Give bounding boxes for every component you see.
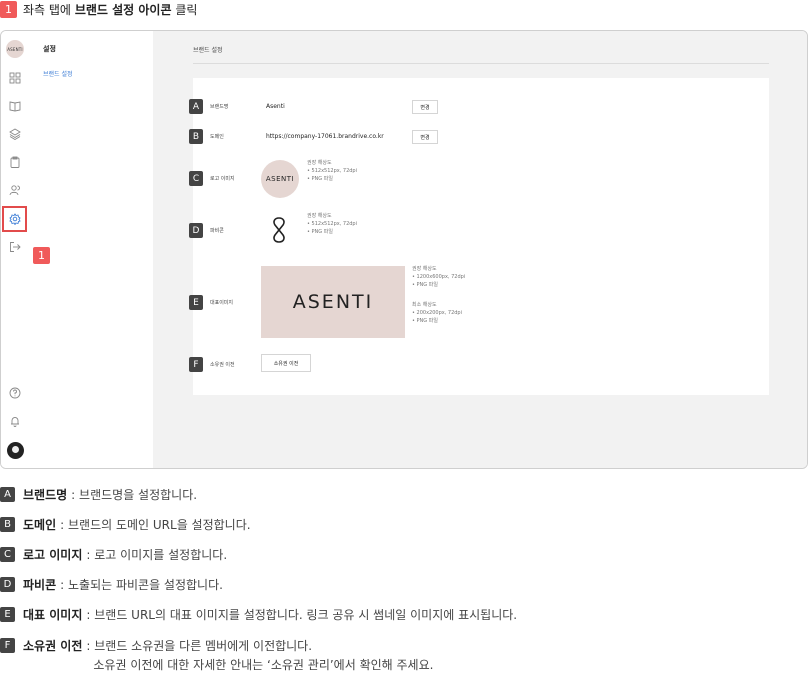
- step-callout-1: 1: [33, 247, 50, 264]
- users-icon[interactable]: [8, 183, 22, 197]
- rep-hint-2: • PNG 파일: [412, 282, 438, 288]
- logo-hint: 권장 해상도 • 512x512px, 72dpi • PNG 파일: [307, 159, 357, 183]
- main-content: 브랜드 설정 A 브랜드명 Asenti 변경 B 도메인 https://co…: [153, 31, 807, 468]
- submenu-item-brand-settings[interactable]: 브랜드 설정: [43, 69, 73, 78]
- favicon-hint: 권장 해상도 • 512x512px, 72dpi • PNG 파일: [307, 212, 357, 236]
- logo-image[interactable]: ASENTI: [261, 160, 299, 198]
- legend-name: 파비콘: [23, 578, 57, 592]
- ownership-transfer-button[interactable]: 소유권 이전: [261, 354, 311, 372]
- page-title: 브랜드 설정: [193, 47, 223, 54]
- instruction-suffix: 클릭: [175, 2, 198, 17]
- legend-item-a: A 브랜드명 : 브랜드명을 설정합니다.: [0, 486, 197, 505]
- logo-hint-1: • 512x512px, 72dpi: [307, 168, 357, 174]
- rep-hint-3: • 200x200px, 72dpi: [412, 310, 462, 316]
- title-divider: [193, 63, 769, 64]
- legend-desc: : 브랜드 소유권을 다른 멤버에게 이전합니다. 소유권 이전에 대한 자세한…: [86, 637, 433, 675]
- badge-c: C: [189, 171, 203, 186]
- legend-desc: : 브랜드명을 설정합니다.: [71, 488, 198, 502]
- legend-desc: : 브랜드 URL의 대표 이미지를 설정합니다. 링크 공유 시 썸네일 이미…: [86, 608, 518, 622]
- logout-icon[interactable]: [8, 240, 22, 254]
- favicon-hint-title: 권장 해상도: [307, 213, 332, 219]
- legend-desc: : 브랜드의 도메인 URL을 설정합니다.: [60, 518, 251, 532]
- submenu-title: 설정: [43, 45, 56, 53]
- rep-image-hint: 권장 해상도 • 1200x600px, 72dpi • PNG 파일 최소 해…: [412, 265, 465, 325]
- ownership-label: 소유권 이전: [210, 362, 235, 368]
- legend-badge: C: [0, 547, 15, 562]
- badge-b: B: [189, 129, 203, 144]
- book-icon[interactable]: [8, 99, 22, 113]
- legend-desc-line-1: : 브랜드 소유권을 다른 멤버에게 이전합니다.: [86, 639, 313, 653]
- rep-hint-title-2: 최소 해상도: [412, 302, 437, 308]
- grid-icon[interactable]: [8, 71, 22, 85]
- rep-hint-4: • PNG 파일: [412, 318, 438, 324]
- brand-name-change-button[interactable]: 변경: [412, 100, 438, 114]
- legend-name: 소유권 이전: [23, 639, 83, 653]
- step-badge: 1: [0, 0, 17, 18]
- domain-change-button[interactable]: 변경: [412, 130, 438, 144]
- favicon-image[interactable]: [271, 217, 287, 243]
- legend-badge: B: [0, 517, 15, 532]
- legend-badge: D: [0, 577, 15, 592]
- domain-label: 도메인: [210, 134, 224, 140]
- legend-name: 로고 이미지: [23, 548, 83, 562]
- logo-hint-2: • PNG 파일: [307, 176, 333, 182]
- legend-badge: E: [0, 607, 15, 622]
- brand-avatar[interactable]: ASENTI: [6, 40, 24, 58]
- legend-item-d: D 파비콘 : 노출되는 파비콘을 설정합니다.: [0, 576, 223, 595]
- rep-hint-title: 권장 해상도: [412, 266, 437, 272]
- favicon-label: 파비콘: [210, 228, 224, 234]
- app-screenshot: ASENTI 설정 브랜드 설정 브랜드 설정 A 브랜드명 Asenti 변경…: [0, 30, 808, 469]
- representative-image[interactable]: ASENTI: [261, 266, 405, 338]
- logo-label: 로고 이미지: [210, 176, 235, 182]
- legend-badge: F: [0, 638, 15, 653]
- domain-value: https://company-17061.brandrive.co.kr: [266, 133, 384, 140]
- legend-name: 도메인: [23, 518, 57, 532]
- badge-a: A: [189, 99, 203, 114]
- legend-item-b: B 도메인 : 브랜드의 도메인 URL을 설정합니다.: [0, 516, 251, 535]
- rep-image-label: 대표이미지: [210, 300, 234, 306]
- legend-desc: : 노출되는 파비콘을 설정합니다.: [60, 578, 223, 592]
- favicon-hint-1: • 512x512px, 72dpi: [307, 221, 357, 227]
- layers-icon[interactable]: [8, 127, 22, 141]
- help-icon[interactable]: [8, 386, 22, 400]
- settings-icon[interactable]: [8, 212, 22, 226]
- instruction-prefix: 좌측 탭에: [23, 2, 71, 17]
- step-instruction: 1 좌측 탭에 브랜드 설정 아이콘 클릭: [0, 0, 197, 18]
- legend-item-f: F 소유권 이전 : 브랜드 소유권을 다른 멤버에게 이전합니다. 소유권 이…: [0, 637, 433, 675]
- badge-d: D: [189, 223, 203, 238]
- badge-f: F: [189, 357, 203, 372]
- legend-desc-line-2: 소유권 이전에 대한 자세한 안내는 ‘소유권 관리’에서 확인해 주세요.: [93, 658, 434, 672]
- clipboard-icon[interactable]: [8, 155, 22, 169]
- bell-icon[interactable]: [8, 414, 22, 428]
- icon-rail: ASENTI: [1, 31, 31, 468]
- favicon-hint-2: • PNG 파일: [307, 229, 333, 235]
- badge-e: E: [189, 295, 203, 310]
- user-avatar[interactable]: [7, 442, 24, 459]
- brand-name-value: Asenti: [266, 103, 285, 110]
- rep-hint-1: • 1200x600px, 72dpi: [412, 274, 466, 280]
- legend-item-e: E 대표 이미지 : 브랜드 URL의 대표 이미지를 설정합니다. 링크 공유…: [0, 606, 517, 625]
- brand-settings-panel: A 브랜드명 Asenti 변경 B 도메인 https://company-1…: [189, 78, 769, 395]
- brand-name-label: 브랜드명: [210, 104, 229, 110]
- legend-name: 대표 이미지: [23, 608, 83, 622]
- instruction-bold: 브랜드 설정 아이콘: [74, 2, 172, 17]
- legend-desc: : 로고 이미지를 설정합니다.: [86, 548, 228, 562]
- legend-badge: A: [0, 487, 15, 502]
- legend-name: 브랜드명: [23, 488, 68, 502]
- logo-hint-title: 권장 해상도: [307, 160, 332, 166]
- legend-item-c: C 로고 이미지 : 로고 이미지를 설정합니다.: [0, 546, 227, 565]
